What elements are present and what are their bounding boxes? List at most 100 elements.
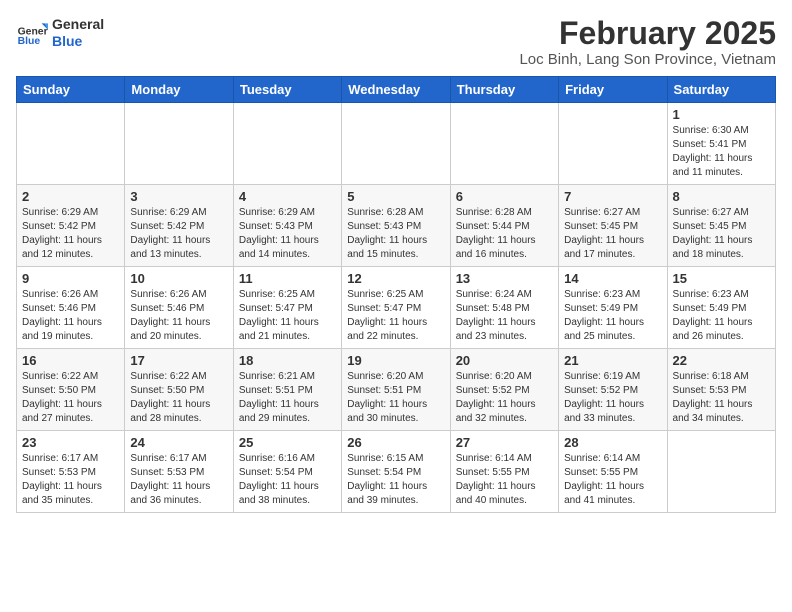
calendar-cell: 25 Sunrise: 6:16 AM Sunset: 5:54 PM Dayli… [233, 431, 341, 513]
calendar-cell: 27 Sunrise: 6:14 AM Sunset: 5:55 PM Dayli… [450, 431, 558, 513]
calendar-cell: 18 Sunrise: 6:21 AM Sunset: 5:51 PM Dayli… [233, 349, 341, 431]
calendar-cell: 5Sunrise: 6:28 AM Sunset: 5:43 PM Daylig… [342, 185, 450, 267]
day-info: Sunrise: 6:24 AM Sunset: 5:48 PM Dayligh… [456, 288, 553, 344]
page-subtitle: Loc Binh, Lang Son Province, Vietnam [519, 51, 776, 68]
header-friday: Friday [559, 77, 667, 103]
calendar-cell: 20 Sunrise: 6:20 AM Sunset: 5:52 PM Dayli… [450, 349, 558, 431]
day-number: 20 [456, 353, 553, 368]
day-info: Sunrise: 6:23 AM Sunset: 5:49 PM Dayligh… [673, 288, 770, 344]
calendar-cell: 9Sunrise: 6:26 AM Sunset: 5:46 PM Daylig… [17, 267, 125, 349]
day-info: Sunrise: 6:25 AM Sunset: 5:47 PM Dayligh… [347, 288, 444, 344]
day-info: Sunrise: 6:14 AM Sunset: 5:55 PM Dayligh… [456, 452, 553, 508]
calendar-cell: 1 Sunrise: 6:30 AM Sunset: 5:41 PM Daylig… [667, 103, 775, 185]
header-monday: Monday [125, 77, 233, 103]
calendar-cell: 13 Sunrise: 6:24 AM Sunset: 5:48 PM Dayli… [450, 267, 558, 349]
week-row-5: 23 Sunrise: 6:17 AM Sunset: 5:53 PM Dayli… [17, 431, 776, 513]
day-number: 7 [564, 189, 661, 204]
calendar-cell [450, 103, 558, 185]
calendar-header-row: SundayMondayTuesdayWednesdayThursdayFrid… [17, 77, 776, 103]
day-number: 23 [22, 435, 119, 450]
calendar-cell [559, 103, 667, 185]
calendar-cell: 8 Sunrise: 6:27 AM Sunset: 5:45 PM Daylig… [667, 185, 775, 267]
calendar-cell: 19 Sunrise: 6:20 AM Sunset: 5:51 PM Dayli… [342, 349, 450, 431]
header-thursday: Thursday [450, 77, 558, 103]
day-number: 14 [564, 271, 661, 286]
day-info: Sunrise: 6:17 AM Sunset: 5:53 PM Dayligh… [130, 452, 227, 508]
calendar-cell: 6 Sunrise: 6:28 AM Sunset: 5:44 PM Daylig… [450, 185, 558, 267]
day-number: 28 [564, 435, 661, 450]
logo-general: General [52, 16, 104, 33]
day-info: Sunrise: 6:21 AM Sunset: 5:51 PM Dayligh… [239, 370, 336, 426]
day-info: Sunrise: 6:30 AM Sunset: 5:41 PM Dayligh… [673, 124, 770, 180]
week-row-2: 2 Sunrise: 6:29 AM Sunset: 5:42 PM Daylig… [17, 185, 776, 267]
calendar-cell: 24 Sunrise: 6:17 AM Sunset: 5:53 PM Dayli… [125, 431, 233, 513]
day-info: Sunrise: 6:28 AM Sunset: 5:44 PM Dayligh… [456, 206, 553, 262]
day-number: 13 [456, 271, 553, 286]
day-number: 22 [673, 353, 770, 368]
title-area: February 2025 Loc Binh, Lang Son Provinc… [519, 16, 776, 68]
day-info: Sunrise: 6:29 AM Sunset: 5:43 PM Dayligh… [239, 206, 336, 262]
day-info: Sunrise: 6:20 AM Sunset: 5:51 PM Dayligh… [347, 370, 444, 426]
day-number: 17 [130, 353, 227, 368]
day-number: 12 [347, 271, 444, 286]
day-number: 18 [239, 353, 336, 368]
calendar-cell: 7Sunrise: 6:27 AM Sunset: 5:45 PM Daylig… [559, 185, 667, 267]
day-number: 6 [456, 189, 553, 204]
calendar-table: SundayMondayTuesdayWednesdayThursdayFrid… [16, 76, 776, 513]
logo: General Blue GeneralBlue [16, 16, 104, 50]
day-number: 27 [456, 435, 553, 450]
calendar-cell: 11 Sunrise: 6:25 AM Sunset: 5:47 PM Dayli… [233, 267, 341, 349]
day-info: Sunrise: 6:25 AM Sunset: 5:47 PM Dayligh… [239, 288, 336, 344]
day-number: 15 [673, 271, 770, 286]
calendar-cell: 15 Sunrise: 6:23 AM Sunset: 5:49 PM Dayli… [667, 267, 775, 349]
week-row-3: 9Sunrise: 6:26 AM Sunset: 5:46 PM Daylig… [17, 267, 776, 349]
day-info: Sunrise: 6:16 AM Sunset: 5:54 PM Dayligh… [239, 452, 336, 508]
calendar-cell [125, 103, 233, 185]
day-info: Sunrise: 6:27 AM Sunset: 5:45 PM Dayligh… [673, 206, 770, 262]
day-info: Sunrise: 6:29 AM Sunset: 5:42 PM Dayligh… [130, 206, 227, 262]
day-number: 1 [673, 107, 770, 122]
day-info: Sunrise: 6:15 AM Sunset: 5:54 PM Dayligh… [347, 452, 444, 508]
calendar-cell: 28 Sunrise: 6:14 AM Sunset: 5:55 PM Dayli… [559, 431, 667, 513]
logo-icon: General Blue [16, 17, 48, 49]
day-number: 24 [130, 435, 227, 450]
day-number: 25 [239, 435, 336, 450]
calendar-cell: 21 Sunrise: 6:19 AM Sunset: 5:52 PM Dayli… [559, 349, 667, 431]
day-number: 2 [22, 189, 119, 204]
logo-blue: Blue [52, 33, 104, 50]
day-number: 8 [673, 189, 770, 204]
day-info: Sunrise: 6:26 AM Sunset: 5:46 PM Dayligh… [22, 288, 119, 344]
day-number: 3 [130, 189, 227, 204]
calendar-cell [667, 431, 775, 513]
day-info: Sunrise: 6:22 AM Sunset: 5:50 PM Dayligh… [22, 370, 119, 426]
header-tuesday: Tuesday [233, 77, 341, 103]
day-number: 5 [347, 189, 444, 204]
header-saturday: Saturday [667, 77, 775, 103]
calendar-cell: 16 Sunrise: 6:22 AM Sunset: 5:50 PM Dayli… [17, 349, 125, 431]
calendar-cell [342, 103, 450, 185]
calendar-cell: 26 Sunrise: 6:15 AM Sunset: 5:54 PM Dayli… [342, 431, 450, 513]
calendar-cell: 10 Sunrise: 6:26 AM Sunset: 5:46 PM Dayli… [125, 267, 233, 349]
day-info: Sunrise: 6:20 AM Sunset: 5:52 PM Dayligh… [456, 370, 553, 426]
day-info: Sunrise: 6:26 AM Sunset: 5:46 PM Dayligh… [130, 288, 227, 344]
calendar-cell [233, 103, 341, 185]
calendar-cell: 2 Sunrise: 6:29 AM Sunset: 5:42 PM Daylig… [17, 185, 125, 267]
day-info: Sunrise: 6:19 AM Sunset: 5:52 PM Dayligh… [564, 370, 661, 426]
day-info: Sunrise: 6:22 AM Sunset: 5:50 PM Dayligh… [130, 370, 227, 426]
calendar-cell: 4Sunrise: 6:29 AM Sunset: 5:43 PM Daylig… [233, 185, 341, 267]
day-number: 16 [22, 353, 119, 368]
day-number: 21 [564, 353, 661, 368]
calendar-cell: 23 Sunrise: 6:17 AM Sunset: 5:53 PM Dayli… [17, 431, 125, 513]
day-number: 10 [130, 271, 227, 286]
calendar-cell: 12 Sunrise: 6:25 AM Sunset: 5:47 PM Dayli… [342, 267, 450, 349]
day-info: Sunrise: 6:14 AM Sunset: 5:55 PM Dayligh… [564, 452, 661, 508]
day-info: Sunrise: 6:17 AM Sunset: 5:53 PM Dayligh… [22, 452, 119, 508]
calendar-cell: 3 Sunrise: 6:29 AM Sunset: 5:42 PM Daylig… [125, 185, 233, 267]
week-row-4: 16 Sunrise: 6:22 AM Sunset: 5:50 PM Dayli… [17, 349, 776, 431]
logo-text: GeneralBlue [52, 16, 104, 50]
week-row-1: 1 Sunrise: 6:30 AM Sunset: 5:41 PM Daylig… [17, 103, 776, 185]
day-number: 11 [239, 271, 336, 286]
day-number: 19 [347, 353, 444, 368]
day-info: Sunrise: 6:29 AM Sunset: 5:42 PM Dayligh… [22, 206, 119, 262]
day-number: 26 [347, 435, 444, 450]
